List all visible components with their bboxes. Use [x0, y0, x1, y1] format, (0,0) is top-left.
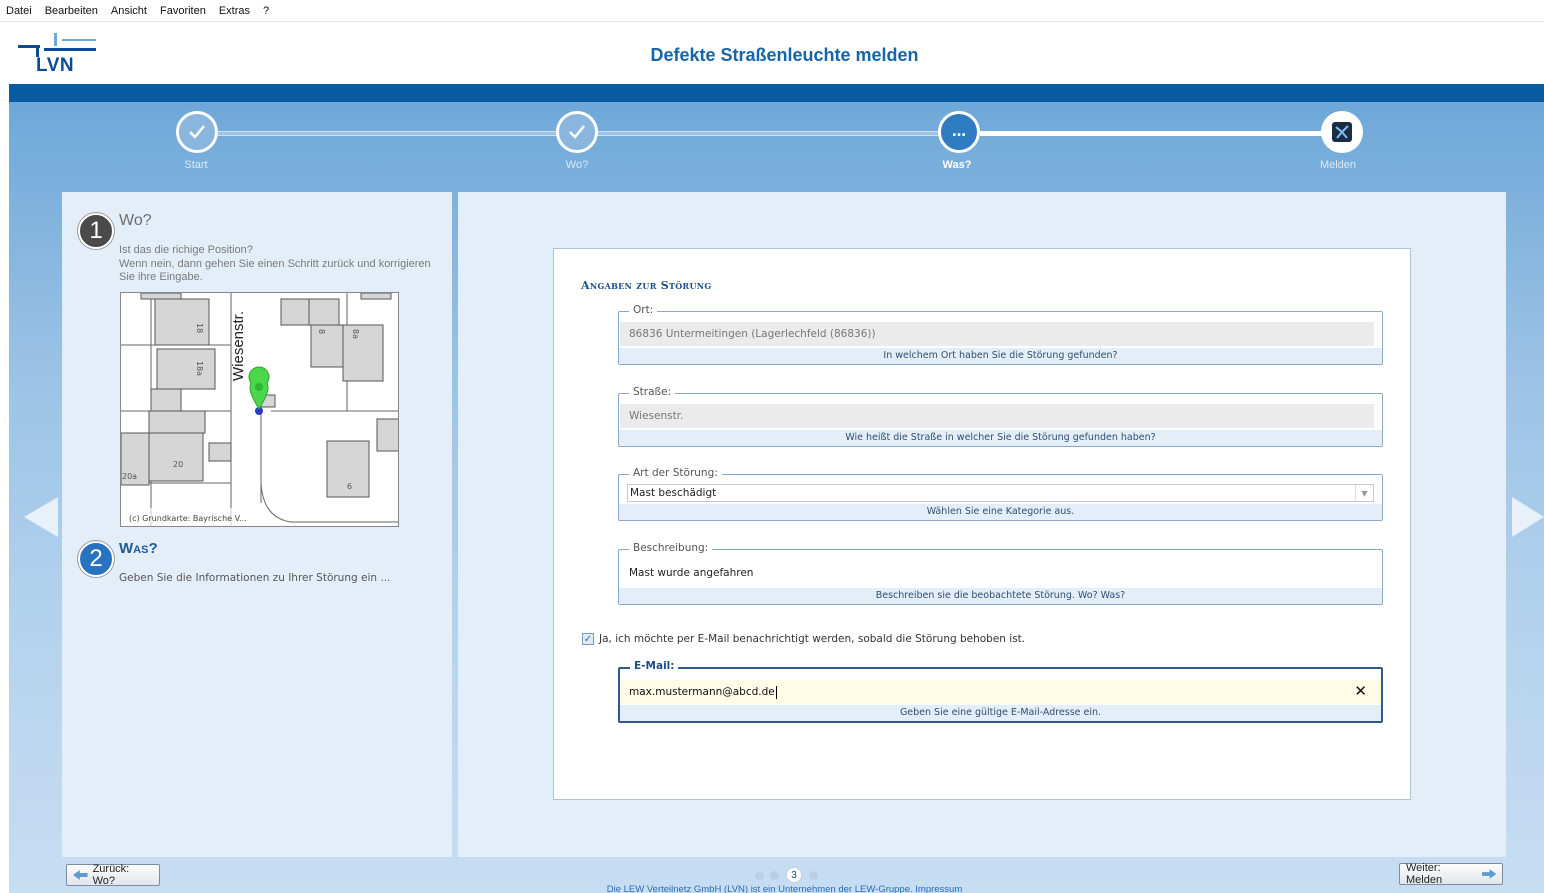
step-label-melden: Melden — [1319, 159, 1357, 171]
step-label-start: Start — [184, 159, 208, 171]
location-marker-icon[interactable] — [248, 366, 270, 415]
map-house-8: 8 — [317, 329, 326, 334]
beschreibung-fieldset: Beschreibung: Mast wurde angefahren Besc… — [618, 542, 1383, 605]
email-legend: E-Mail: — [630, 660, 679, 672]
menu-item-datei[interactable]: Datei — [6, 5, 32, 17]
chevron-down-icon[interactable]: ▼ — [1355, 485, 1373, 501]
email-value: max.mustermann@abcd.de — [629, 686, 775, 698]
brand-bar — [9, 84, 1544, 102]
check-icon — [189, 125, 205, 139]
map-house-20a: 20a — [122, 472, 137, 481]
section1-text-3: Sie ihre Eingabe. — [119, 271, 203, 283]
beschreibung-legend: Beschreibung: — [629, 542, 713, 554]
menu-item-ansicht[interactable]: Ansicht — [111, 5, 147, 17]
prev-arrow-icon[interactable] — [24, 497, 58, 537]
menu-bar: Datei Bearbeiten Ansicht Favoriten Extra… — [0, 0, 1544, 22]
step-number-2: 2 — [78, 541, 114, 577]
ort-hint: In welchem Ort haben Sie die Störung gef… — [619, 348, 1382, 364]
email-fieldset: E-Mail: max.mustermann@abcd.de ✕ Geben S… — [618, 660, 1383, 723]
section2-title-text: Was? — [119, 540, 158, 557]
step-number-1: 1 — [78, 213, 114, 249]
ort-field: 86836 Untermeitingen (Lagerlechfeld (868… — [620, 322, 1374, 346]
step-melden — [1321, 111, 1363, 153]
pager-dot-4[interactable] — [809, 870, 818, 880]
ort-fieldset: Ort: 86836 Untermeitingen (Lagerlechfeld… — [618, 304, 1383, 365]
step-start — [176, 111, 218, 153]
page-title: Defekte Straßenleuchte melden — [650, 45, 919, 65]
map-house-18a: 18a — [195, 361, 204, 376]
back-button[interactable]: Zurück: Wo? — [66, 863, 160, 887]
art-legend: Art der Störung: — [629, 467, 722, 479]
map-house-6: 6 — [347, 482, 352, 491]
map-graphic: 18 18a 8 8a 20 20a 6 Wiesenstr. (c) Grun… — [121, 293, 398, 526]
step-was: … — [938, 111, 980, 153]
location-map[interactable]: 18 18a 8 8a 20 20a 6 Wiesenstr. (c) Grun… — [120, 292, 399, 527]
notify-row[interactable]: ✓ Ja, ich möchte per E-Mail benachrichti… — [582, 633, 1025, 645]
section2-title: Was? — [119, 540, 158, 557]
email-input[interactable]: max.mustermann@abcd.de — [620, 680, 1381, 704]
strasse-legend: Straße: — [629, 386, 676, 398]
footer-text[interactable]: Die LEW Verteilnetz GmbH (LVN) ist ein U… — [0, 884, 1544, 893]
step-line-pending — [980, 131, 1325, 136]
menu-item-favoriten[interactable]: Favoriten — [160, 5, 206, 17]
section1-text-1: Ist das die richige Position? — [119, 244, 253, 256]
pager-dot-2[interactable] — [770, 870, 779, 880]
ort-legend: Ort: — [629, 304, 658, 316]
form-heading: Angaben zur Störung — [581, 279, 712, 292]
strasse-hint: Wie heißt die Straße in welcher Sie die … — [619, 430, 1382, 446]
next-arrow-icon[interactable] — [1512, 497, 1544, 537]
menu-item-extras[interactable]: Extras — [219, 5, 250, 17]
form-heading-text: Angaben zur Störung — [581, 279, 712, 292]
section2-text: Geben Sie die Informationen zu Ihrer Stö… — [119, 572, 391, 584]
art-select[interactable]: Mast beschädigt ▼ — [627, 484, 1374, 502]
notify-checkbox[interactable]: ✓ — [582, 633, 594, 645]
art-fieldset: Art der Störung: Mast beschädigt ▼ Wähle… — [618, 467, 1383, 521]
strasse-fieldset: Straße: Wiesenstr. Wie heißt die Straße … — [618, 386, 1383, 447]
report-icon — [1332, 122, 1352, 142]
check-icon — [569, 125, 585, 139]
map-house-20: 20 — [173, 460, 183, 469]
app-header: LVN Defekte Straßenleuchte melden — [0, 23, 1544, 84]
pager: 3 — [752, 866, 821, 884]
beschreibung-hint: Beschreiben sie die beobachtete Störung.… — [619, 588, 1382, 604]
next-button[interactable]: Weiter: Melden — [1399, 862, 1503, 886]
pager-dot-1[interactable] — [755, 870, 764, 880]
beschreibung-field[interactable]: Mast wurde angefahren — [620, 561, 1374, 585]
map-street-label: Wiesenstr. — [230, 311, 247, 381]
menu-item-help[interactable]: ? — [263, 5, 269, 17]
section1-title: Wo? — [119, 212, 152, 229]
map-house-18: 18 — [195, 323, 204, 333]
pager-dot-current: 3 — [785, 866, 803, 884]
step-label-wo: Wo? — [565, 159, 589, 171]
strasse-field: Wiesenstr. — [620, 404, 1374, 428]
notify-label: Ja, ich möchte per E-Mail benachrichtigt… — [599, 633, 1026, 645]
art-select-value: Mast beschädigt — [630, 487, 717, 499]
arrow-left-icon — [73, 870, 88, 880]
next-label: Weiter: Melden — [1406, 862, 1443, 886]
email-hint: Geben Sie eine gültige E-Mail-Adresse ei… — [620, 705, 1381, 721]
step-label-was: Was? — [942, 159, 972, 171]
map-copyright: (c) Grundkarte: Bayrische V... — [129, 514, 247, 523]
menu-item-bearbeiten[interactable]: Bearbeiten — [45, 5, 98, 17]
art-hint: Wählen Sie eine Kategorie aus. — [619, 504, 1382, 520]
arrow-right-icon — [1481, 869, 1496, 879]
step-wo — [556, 111, 598, 153]
section1-text-2: Wenn nein, dann gehen Sie einen Schritt … — [119, 258, 431, 270]
map-house-8a: 8a — [351, 329, 360, 339]
clear-icon[interactable]: ✕ — [1354, 682, 1367, 700]
ellipsis-icon: … — [952, 124, 966, 140]
